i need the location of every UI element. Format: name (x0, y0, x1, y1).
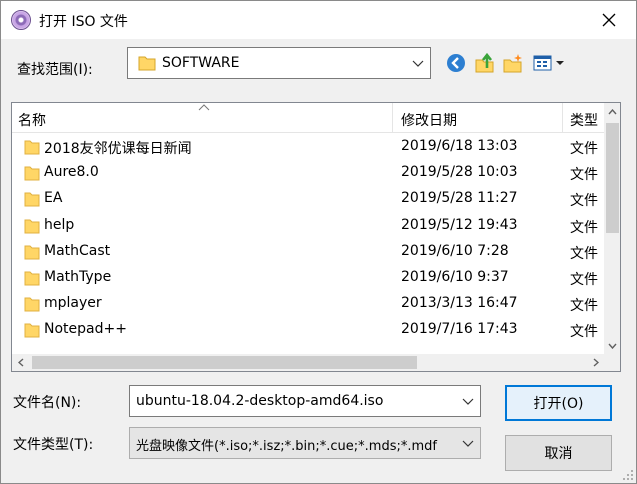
column-divider[interactable] (562, 103, 563, 133)
up-folder-icon (475, 52, 494, 73)
list-item[interactable]: MathCast 2019/6/10 7:28 文件 (12, 239, 604, 265)
folder-icon (24, 245, 40, 260)
file-type: 文件 (570, 324, 598, 341)
scroll-left-button[interactable] (12, 354, 29, 371)
up-folder-button[interactable] (473, 51, 497, 75)
resize-grip-icon[interactable] (622, 469, 634, 481)
file-name: EA (44, 190, 63, 207)
filetype-value: 光盘映像文件(*.iso;*.isz;*.bin;*.cue;*.mds;*.m… (136, 439, 437, 454)
column-header-name[interactable]: 名称 (18, 103, 46, 133)
file-date: 2019/6/10 7:28 (401, 242, 509, 259)
file-name: 2018友邻优课每日新闻 (44, 141, 192, 157)
open-button[interactable]: 打开(O) (505, 385, 612, 421)
sort-ascending-icon (198, 104, 210, 111)
file-date: 2019/5/28 11:27 (401, 190, 518, 207)
filetype-label: 文件类型(T): (13, 437, 94, 453)
folder-icon (24, 192, 40, 207)
list-item[interactable]: EA 2019/5/28 11:27 文件 (12, 186, 604, 212)
folder-icon (138, 56, 156, 71)
file-name: help (44, 216, 75, 233)
list-item[interactable]: mplayer 2013/3/13 16:47 文件 (12, 291, 604, 317)
file-date: 2019/5/12 19:43 (401, 216, 518, 233)
folder-icon (24, 140, 40, 155)
file-date: 2019/6/18 13:03 (401, 138, 518, 154)
file-type: 文件 (570, 271, 598, 288)
filename-field[interactable]: ubuntu-18.04.2-desktop-amd64.iso (129, 385, 481, 417)
file-name: MathType (44, 268, 112, 285)
column-divider[interactable] (392, 103, 393, 133)
list-item[interactable]: Notepad++ 2019/7/16 17:43 文件 (12, 317, 604, 343)
list-item[interactable]: 2018友邻优课每日新闻 2019/6/18 13:03 文件 (12, 134, 604, 160)
lookin-label: 查找范围(I): (17, 62, 93, 78)
list-header: 名称 修改日期 类型 (12, 103, 604, 133)
file-type: 文件 (570, 193, 598, 210)
file-name: MathCast (44, 242, 111, 259)
folder-icon (24, 323, 40, 338)
file-name: Notepad++ (44, 321, 127, 338)
file-date: 2019/5/28 10:03 (401, 164, 518, 181)
scroll-thumb[interactable] (606, 123, 619, 233)
file-type: 文件 (570, 298, 598, 315)
title-bar[interactable]: 打开 ISO 文件 (1, 1, 636, 39)
column-header-date[interactable]: 修改日期 (401, 103, 457, 133)
chevron-left-icon (17, 358, 23, 367)
close-icon (602, 13, 616, 27)
chevron-up-icon (608, 108, 617, 114)
disc-app-icon (11, 10, 31, 30)
vertical-scrollbar[interactable] (604, 103, 620, 354)
view-menu-button[interactable] (531, 51, 567, 75)
open-iso-dialog: 打开 ISO 文件 查找范围(I): SOFTWARE 名称 修改日期 类型 2… (0, 0, 637, 484)
file-type: 文件 (570, 245, 598, 262)
list-item[interactable]: help 2019/5/12 19:43 文件 (12, 213, 604, 239)
file-date: 2013/3/13 16:47 (401, 295, 518, 312)
column-header-type[interactable]: 类型 (570, 103, 598, 133)
close-button[interactable] (596, 7, 622, 33)
folder-icon (24, 297, 40, 312)
scroll-right-button[interactable] (587, 354, 604, 371)
scrollbar-corner (604, 354, 620, 371)
filetype-dropdown[interactable]: 光盘映像文件(*.iso;*.isz;*.bin;*.cue;*.mds;*.m… (129, 427, 481, 459)
file-type: 文件 (570, 167, 598, 184)
list-item[interactable]: Aure8.0 2019/5/28 10:03 文件 (12, 160, 604, 186)
new-folder-icon (503, 54, 522, 73)
horizontal-scrollbar[interactable] (12, 354, 604, 371)
folder-icon (24, 166, 40, 181)
window-title: 打开 ISO 文件 (39, 14, 128, 30)
filename-value: ubuntu-18.04.2-desktop-amd64.iso (136, 393, 384, 409)
view-menu-icon (533, 55, 564, 71)
file-rows: 2018友邻优课每日新闻 2019/6/18 13:03 文件 Aure8.0 … (12, 134, 604, 344)
file-date: 2019/7/16 17:43 (401, 321, 518, 338)
chevron-down-icon[interactable] (462, 395, 474, 407)
file-date: 2019/6/10 9:37 (401, 268, 509, 285)
chevron-down-icon (412, 60, 424, 67)
scroll-thumb[interactable] (32, 356, 417, 369)
file-type: 文件 (570, 141, 598, 157)
chevron-right-icon (593, 358, 599, 367)
scroll-down-button[interactable] (604, 337, 620, 354)
file-list[interactable]: 名称 修改日期 类型 2018友邻优课每日新闻 2019/6/18 13:03 … (11, 102, 621, 372)
file-type: 文件 (570, 219, 598, 236)
chevron-down-icon (608, 343, 617, 349)
file-name: mplayer (44, 295, 102, 312)
current-folder-name: SOFTWARE (162, 55, 240, 71)
back-button[interactable] (444, 51, 468, 75)
file-name: Aure8.0 (44, 164, 99, 181)
back-icon (447, 54, 465, 72)
lookin-dropdown[interactable]: SOFTWARE (127, 47, 431, 79)
filename-label: 文件名(N): (13, 395, 82, 411)
new-folder-button[interactable] (501, 51, 525, 75)
chevron-down-icon (462, 440, 474, 447)
scroll-up-button[interactable] (604, 103, 620, 120)
folder-icon (24, 271, 40, 286)
cancel-button[interactable]: 取消 (505, 435, 612, 471)
list-item[interactable]: MathType 2019/6/10 9:37 文件 (12, 265, 604, 291)
folder-icon (24, 219, 40, 234)
